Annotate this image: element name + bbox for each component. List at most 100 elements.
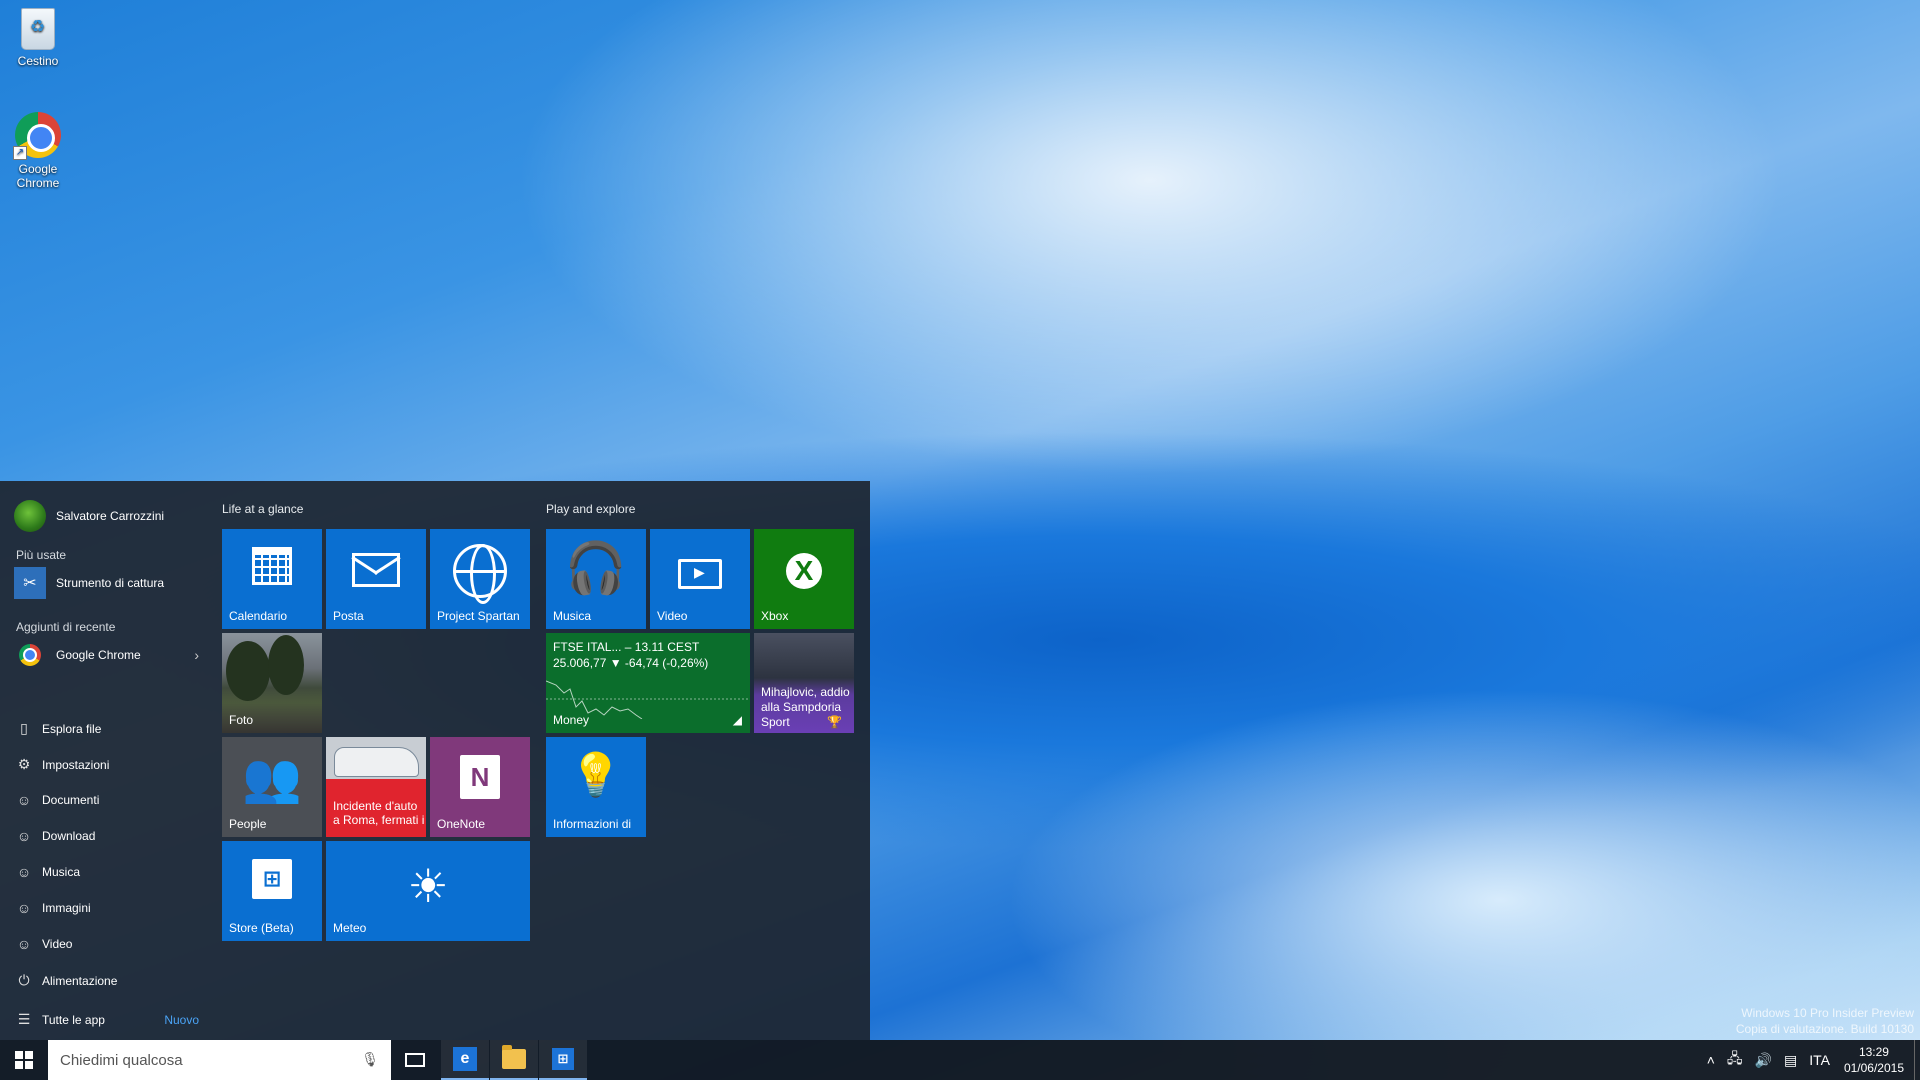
volume-icon[interactable]: 🔊 <box>1755 1052 1772 1069</box>
tile-label: Incidente d'auto a Roma, fermati i <box>333 799 425 827</box>
taskbar-store[interactable]: ⊞ <box>539 1040 587 1080</box>
desktop-icon-chrome[interactable]: ↗ Google Chrome <box>0 112 76 190</box>
search-placeholder: Chiedimi qualcosa <box>60 1051 183 1069</box>
xbox-icon: X <box>754 553 854 589</box>
language-indicator[interactable]: ITA <box>1809 1052 1830 1068</box>
trophy-icon: 🏆 <box>827 715 842 729</box>
nav-power[interactable]: ⏻ Alimentazione <box>14 972 199 989</box>
folder-icon: ☺ <box>16 864 32 880</box>
nav-music[interactable]: ☺ Musica <box>14 864 199 880</box>
chevron-up-icon[interactable]: ˄ <box>1707 1052 1715 1068</box>
money-ticker-line: 25.006,77 ▼ -64,74 (-0,26%) <box>553 656 709 670</box>
watermark-line: Copia di valutazione. Build 10130 <box>1735 1022 1914 1036</box>
network-icon[interactable]: 🖧 <box>1727 1048 1743 1072</box>
nav-label: Download <box>42 829 96 843</box>
nav-videos[interactable]: ☺ Video <box>14 936 199 952</box>
nav-label: Immagini <box>42 901 91 915</box>
nav-settings[interactable]: ⚙ Impostazioni <box>14 756 199 773</box>
nav-pictures[interactable]: ☺ Immagini <box>14 900 199 916</box>
microphone-icon[interactable]: 🎙 <box>361 1051 379 1068</box>
tile-people[interactable]: 👥 People <box>222 737 322 837</box>
money-ticker: FTSE ITAL... – 13.11 CEST 25.006,77 ▼ -6… <box>553 639 708 671</box>
tile-label: Store (Beta) <box>229 921 294 935</box>
avatar <box>14 500 46 532</box>
lightbulb-icon: 💡 <box>569 751 623 798</box>
tile-label: Xbox <box>761 609 789 623</box>
tile-mail[interactable]: Posta <box>326 529 426 629</box>
app-google-chrome[interactable]: Google Chrome › <box>14 639 199 671</box>
app-snipping-tool[interactable]: Strumento di cattura <box>14 567 199 599</box>
people-icon: 👥 <box>242 752 302 805</box>
chrome-icon: ↗ <box>13 112 61 160</box>
internet-explorer-icon: e <box>453 1047 477 1071</box>
tile-onenote[interactable]: N OneNote <box>430 737 530 837</box>
snipping-tool-icon <box>14 567 46 599</box>
search-input[interactable]: Chiedimi qualcosa 🎙 <box>48 1040 391 1080</box>
taskbar: Chiedimi qualcosa 🎙 e ⊞ ˄ 🖧 🔊 ▤ ITA 13:2… <box>0 1040 1920 1080</box>
group-title-life[interactable]: Life at a glance <box>222 502 303 516</box>
desktop-icon-label: Cestino <box>17 54 59 68</box>
action-center-icon[interactable]: ▤ <box>1784 1052 1797 1069</box>
tile-project-spartan[interactable]: Project Spartan <box>430 529 530 629</box>
power-icon: ⏻ <box>18 972 30 988</box>
tile-video[interactable]: Video <box>650 529 750 629</box>
nav-documents[interactable]: ☺ Documenti <box>14 792 199 808</box>
sport-headline: Mihajlovic, addio alla Sampdoria <box>761 685 850 714</box>
taskbar-internet-explorer[interactable]: e <box>441 1040 489 1080</box>
windows-logo-icon <box>15 1051 33 1069</box>
task-view-button[interactable] <box>391 1040 439 1080</box>
clock[interactable]: 13:29 01/06/2015 <box>1844 1044 1904 1076</box>
user-account[interactable]: Salvatore Carrozzini <box>14 500 164 532</box>
file-explorer-icon <box>502 1045 526 1069</box>
calendar-icon <box>222 547 322 585</box>
group-title-play[interactable]: Play and explore <box>546 502 635 516</box>
nav-downloads[interactable]: ☺ Download <box>14 828 199 844</box>
tile-weather[interactable]: ☀ Meteo <box>326 841 530 941</box>
store-icon: ⊞ <box>222 859 322 899</box>
nav-file-explorer[interactable]: ▯ Esplora file <box>14 720 199 737</box>
recycle-bin-icon <box>21 8 55 50</box>
chart-icon: ◢ <box>732 713 742 727</box>
app-label: Google Chrome <box>56 648 141 662</box>
recently-added-label: Aggiunti di recente <box>16 620 116 634</box>
tile-calendar[interactable]: Calendario <box>222 529 322 629</box>
photo-tree <box>226 641 270 701</box>
folder-icon: ☺ <box>16 828 32 844</box>
news-photo <box>334 747 419 777</box>
desktop-icon-recycle-bin[interactable]: Cestino <box>0 8 76 68</box>
tile-label: Sport <box>761 715 790 729</box>
tile-news[interactable]: Incidente d'auto a Roma, fermati i <box>326 737 426 837</box>
nav-label: Documenti <box>42 793 100 807</box>
tile-label: Money <box>553 713 590 727</box>
show-desktop-button[interactable] <box>1914 1040 1920 1080</box>
task-view-icon <box>405 1053 425 1067</box>
clock-date: 01/06/2015 <box>1843 1061 1904 1075</box>
nav-label: Tutte le app <box>42 1012 105 1027</box>
tile-store[interactable]: ⊞ Store (Beta) <box>222 841 322 941</box>
globe-icon <box>430 544 530 604</box>
app-label: Strumento di cattura <box>56 576 165 590</box>
clock-time: 13:29 <box>1858 1045 1889 1059</box>
tile-photos[interactable]: Foto <box>222 633 322 733</box>
tile-label: OneNote <box>437 817 486 831</box>
chevron-right-icon[interactable]: › <box>194 647 199 663</box>
tile-xbox[interactable]: X Xbox <box>754 529 854 629</box>
headphones-icon: 🎧 <box>564 540 628 596</box>
tile-label: Foto <box>229 713 254 727</box>
file-explorer-icon: ▯ <box>20 720 28 736</box>
taskbar-file-explorer[interactable] <box>490 1040 538 1080</box>
build-watermark: Windows 10 Pro Insider Preview Copia di … <box>1736 1005 1914 1037</box>
tile-music[interactable]: 🎧 Musica <box>546 529 646 629</box>
money-ticker-line: FTSE ITAL... – 13.11 CEST <box>553 640 700 654</box>
tile-money[interactable]: FTSE ITAL... – 13.11 CEST 25.006,77 ▼ -6… <box>546 633 750 733</box>
tile-sport[interactable]: Mihajlovic, addio alla Sampdoria Sport 🏆 <box>754 633 854 733</box>
nav-label: Musica <box>42 865 81 879</box>
gear-icon: ⚙ <box>17 756 31 772</box>
start-button[interactable] <box>0 1040 48 1080</box>
nav-label: Impostazioni <box>42 757 110 772</box>
nav-all-apps[interactable]: ☰ Tutte le app Nuovo <box>14 1011 199 1028</box>
tile-label: Project Spartan <box>437 609 520 623</box>
system-tray: ˄ 🖧 🔊 ▤ ITA 13:29 01/06/2015 <box>1701 1040 1920 1080</box>
shortcut-arrow-icon: ↗ <box>13 146 27 160</box>
tile-tips[interactable]: 💡 Informazioni di <box>546 737 646 837</box>
